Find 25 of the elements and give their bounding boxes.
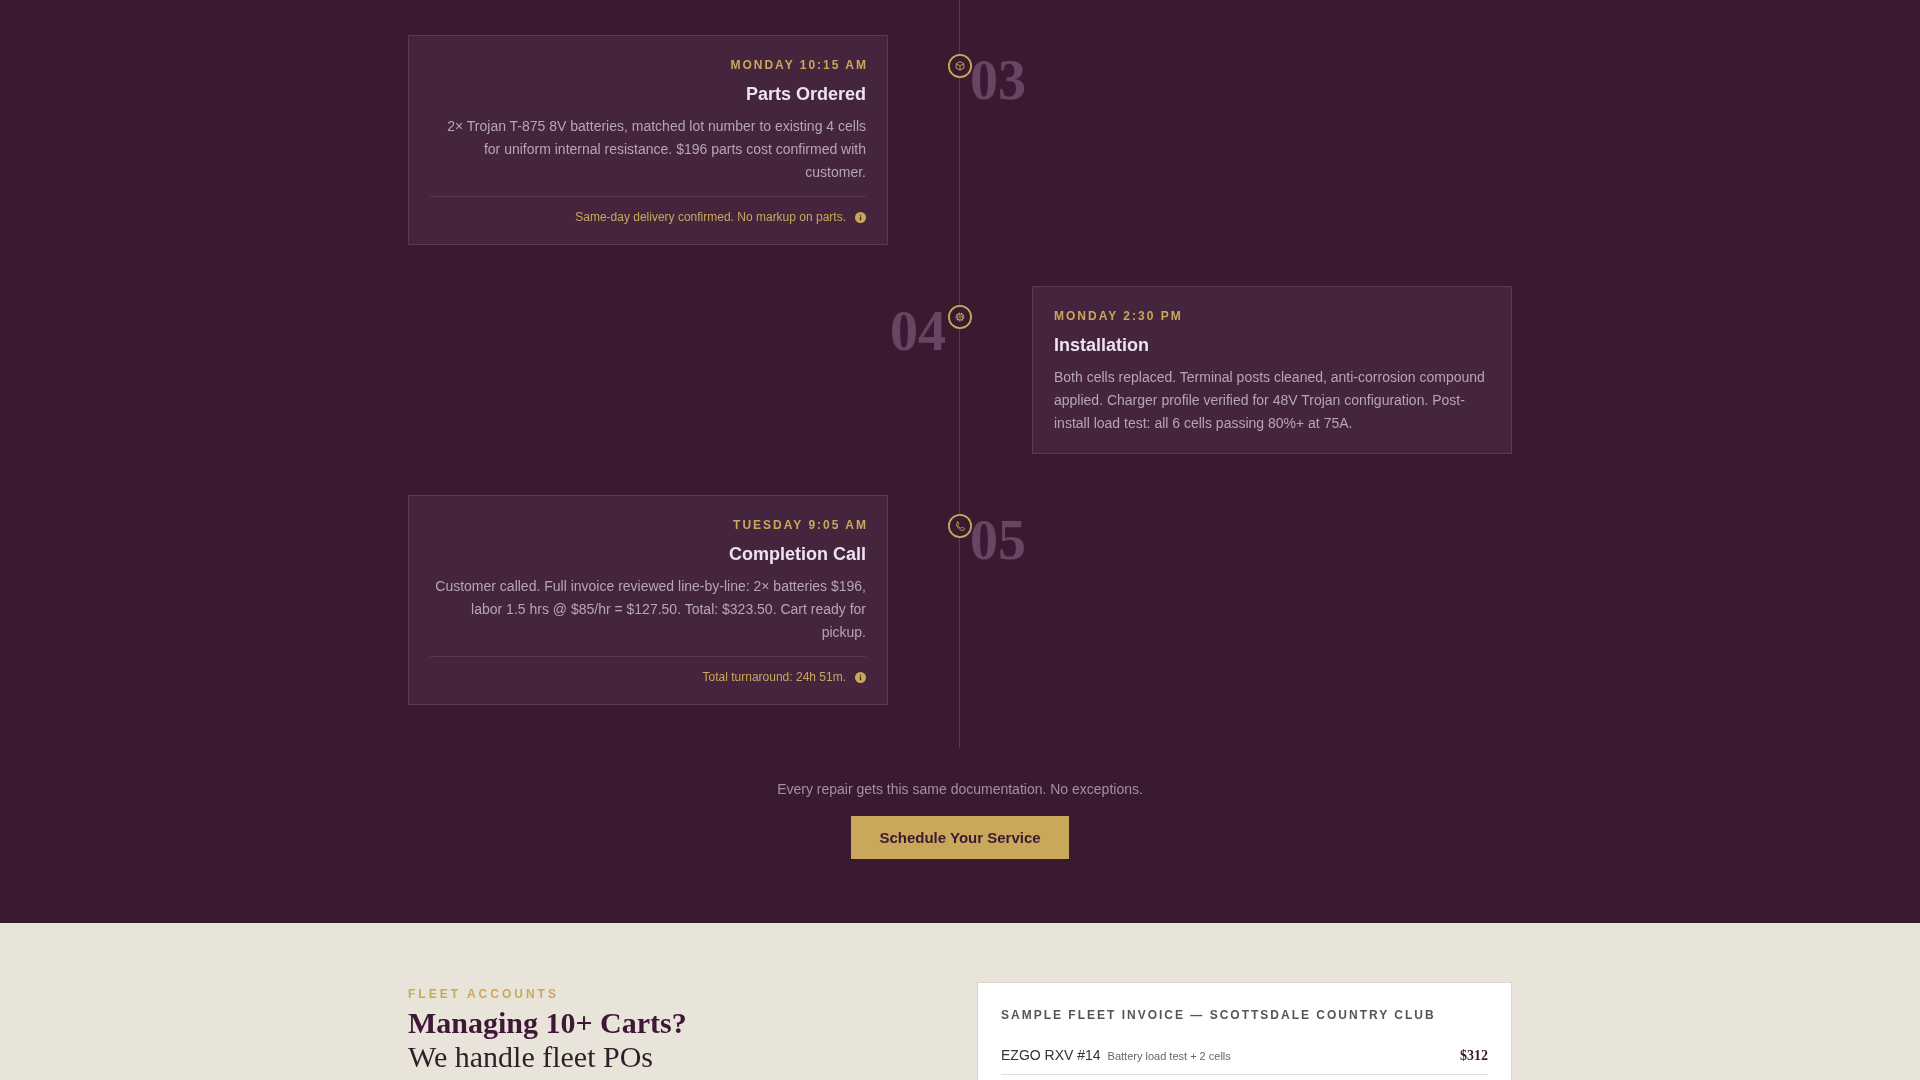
step-note: Total turnaround: 24h 51m.: [702, 669, 846, 685]
invoice-amount: $312: [1460, 1048, 1488, 1064]
schedule-service-button[interactable]: Schedule Your Service: [851, 816, 1069, 859]
step-title: Installation: [1054, 334, 1150, 357]
gear-icon: [948, 305, 972, 329]
info-icon: [855, 211, 866, 223]
step-note: Same-day delivery confirmed. No markup on parts.: [575, 209, 846, 225]
cube-icon: [948, 54, 972, 78]
invoice-item: EZGO RXV #14: [1001, 1046, 1101, 1065]
section-subheading: We handle fleet POs: [408, 1040, 654, 1074]
step-description: Both cells replaced. Terminal posts cleaned, anti-corrosion compound applied. Charger profile verified for 48V Trojan configuration. Post-install load test: all 6 cells passing 80%+ at 75A.: [1054, 368, 1486, 433]
section-eyebrow: FLEET ACCOUNTS: [408, 986, 560, 1002]
section-heading: Managing 10+ Carts?: [408, 1006, 688, 1040]
info-icon: [855, 671, 866, 683]
step-time: TUESDAY 9:05 AM: [732, 517, 868, 533]
step-title: Parts Ordered: [744, 83, 866, 106]
phone-icon: [948, 514, 972, 538]
cta-text: Every repair gets this same documentation. No exceptions.: [777, 780, 1143, 799]
step-time: MONDAY 10:15 AM: [729, 57, 868, 73]
step-description: 2× Trojan T-875 8V batteries, matched lot number to existing 4 cells for uniform internal resistance. $196 parts cost confirmed with customer.: [446, 117, 866, 182]
invoice-title: SAMPLE FLEET INVOICE — SCOTTSDALE COUNTRY CLUB: [1001, 1007, 1437, 1023]
step-description: Customer called. Full invoice reviewed line-by-line: 2× batteries $196, labor 1.5 hrs @ $85/hr = $127.50. Total: $323.50. Cart ready for pickup.: [434, 577, 866, 642]
invoice-item-detail: Battery load test + 2 cells: [1107, 1050, 1231, 1062]
step-time: MONDAY 2:30 PM: [1054, 308, 1184, 324]
step-title: Completion Call: [728, 543, 866, 566]
